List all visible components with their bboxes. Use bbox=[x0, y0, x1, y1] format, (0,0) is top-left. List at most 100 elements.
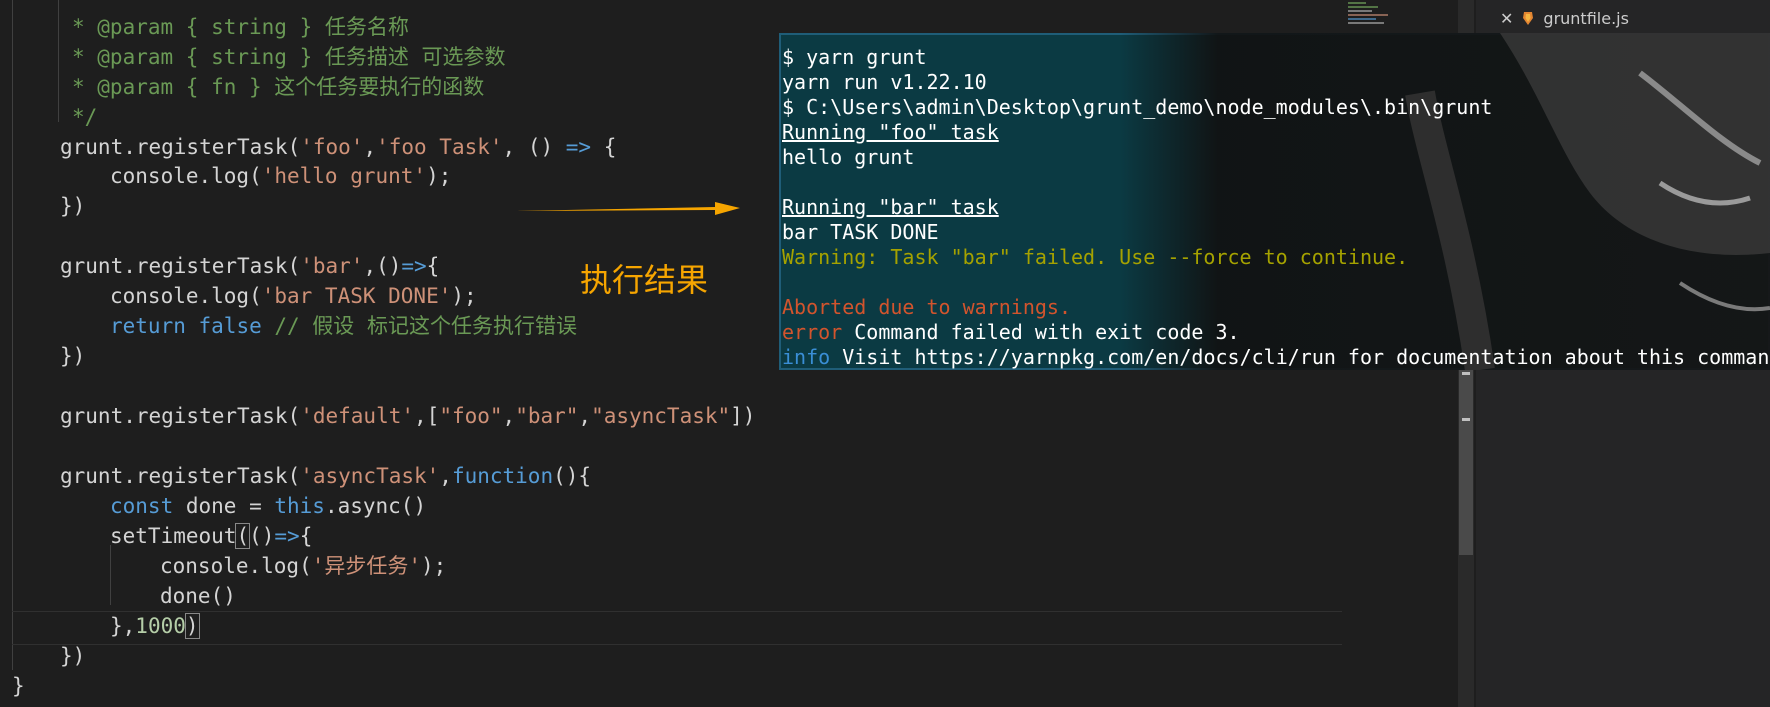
code-token: ]) bbox=[730, 404, 756, 428]
code-token: , bbox=[502, 404, 516, 428]
code-token: ( bbox=[235, 523, 251, 549]
code-token: 'bar TASK DONE' bbox=[261, 284, 452, 308]
code-line[interactable]: * @param { string } 任务描述 可选参数 bbox=[72, 42, 506, 72]
current-line-highlight bbox=[12, 611, 1342, 645]
code-token: grunt.registerTask( bbox=[60, 135, 301, 159]
tab-gruntfile[interactable]: ✕ gruntfile.js bbox=[1476, 4, 1770, 32]
code-token: "bar" bbox=[515, 404, 579, 428]
terminal-line: Running "bar" task bbox=[782, 194, 999, 220]
terminal-text: yarn run v1.22.10 bbox=[782, 70, 987, 94]
code-token: 1000 bbox=[135, 614, 186, 638]
code-token: * @param { fn } bbox=[72, 75, 275, 99]
code-token: }) bbox=[60, 194, 86, 218]
code-token: (){ bbox=[553, 464, 592, 488]
scrollbar-marker bbox=[1462, 418, 1470, 421]
code-token: ); bbox=[451, 284, 477, 308]
code-token: .async() bbox=[324, 494, 427, 518]
code-token: */ bbox=[72, 105, 98, 129]
code-line[interactable]: },1000) bbox=[110, 611, 200, 641]
code-token: 'bar' bbox=[300, 254, 364, 278]
code-token: 任务名称 bbox=[324, 15, 409, 39]
code-token: "foo" bbox=[439, 404, 503, 428]
code-token: console.log( bbox=[110, 164, 262, 188]
code-line[interactable]: * @param { string } 任务名称 bbox=[72, 12, 409, 42]
terminal-text: Command failed with exit code 3. bbox=[842, 320, 1240, 344]
terminal-text: Running "bar" task bbox=[782, 195, 999, 219]
code-token: { bbox=[426, 254, 440, 278]
code-token: // 假设 标记这个任务执行错误 bbox=[261, 314, 577, 338]
code-token: => bbox=[565, 135, 592, 159]
code-token: , bbox=[578, 404, 592, 428]
code-token: return bbox=[110, 314, 199, 338]
code-line[interactable]: setTimeout(()=>{ bbox=[110, 521, 312, 551]
code-token: () bbox=[249, 524, 275, 548]
code-token: "asyncTask" bbox=[591, 404, 731, 428]
code-line[interactable]: console.log('bar TASK DONE'); bbox=[110, 281, 477, 311]
code-token: , bbox=[439, 464, 452, 488]
code-line[interactable]: grunt.registerTask('foo','foo Task', () … bbox=[60, 132, 616, 162]
code-token: => bbox=[274, 524, 300, 548]
code-token: } bbox=[12, 674, 25, 698]
terminal-line: info Visit https://yarnpkg.com/en/docs/c… bbox=[782, 344, 1770, 370]
code-line[interactable]: console.log('hello grunt'); bbox=[110, 161, 451, 191]
code-token: ,[ bbox=[414, 404, 440, 428]
terminal-text: Running "foo" task bbox=[782, 120, 999, 144]
code-token: ,() bbox=[363, 254, 402, 278]
code-token: { bbox=[591, 135, 617, 159]
code-line[interactable]: */ bbox=[72, 102, 97, 132]
code-token: 'asyncTask' bbox=[300, 464, 440, 488]
code-token: }, bbox=[110, 614, 136, 638]
code-token: * @param { string } bbox=[72, 15, 325, 39]
terminal-line: Running "foo" task bbox=[782, 119, 999, 145]
code-line[interactable]: } bbox=[12, 671, 25, 701]
code-token: ) bbox=[184, 613, 200, 639]
code-token: => bbox=[401, 254, 427, 278]
code-token: , bbox=[363, 135, 377, 159]
code-token: }) bbox=[60, 344, 86, 368]
code-line[interactable]: grunt.registerTask('default',["foo","bar… bbox=[60, 401, 755, 431]
code-token: ); bbox=[426, 164, 452, 188]
terminal-line: yarn run v1.22.10 bbox=[782, 69, 987, 95]
terminal-line: hello grunt bbox=[782, 144, 914, 170]
terminal-text: Visit https://yarnpkg.com/en/docs/cli/ru… bbox=[830, 345, 1770, 369]
code-line[interactable]: * @param { fn } 这个任务要执行的函数 bbox=[72, 72, 484, 102]
code-token: function bbox=[451, 464, 554, 488]
code-token: , () bbox=[502, 135, 566, 159]
close-icon[interactable]: ✕ bbox=[1500, 9, 1513, 28]
code-token: 'hello grunt' bbox=[261, 164, 427, 188]
code-line[interactable]: const done = this.async() bbox=[110, 491, 426, 521]
terminal-line: $ yarn grunt bbox=[782, 44, 927, 70]
code-line[interactable]: done() bbox=[160, 581, 236, 611]
minimap[interactable] bbox=[1346, 0, 1446, 30]
code-token: 'default' bbox=[300, 404, 415, 428]
code-token: grunt.registerTask( bbox=[60, 464, 301, 488]
code-token: console.log( bbox=[160, 554, 312, 578]
code-token: done() bbox=[160, 584, 236, 608]
code-line[interactable]: }) bbox=[60, 341, 85, 371]
code-token: }) bbox=[60, 644, 86, 668]
code-token: done = bbox=[185, 494, 275, 518]
code-token: grunt.registerTask( bbox=[60, 404, 301, 428]
annotation-label: 执行结果 bbox=[580, 261, 709, 299]
code-token: setTimeout bbox=[110, 524, 237, 548]
code-line[interactable]: grunt.registerTask('bar',()=>{ bbox=[60, 251, 439, 281]
code-line[interactable]: }) bbox=[60, 191, 85, 221]
code-token: 'foo' bbox=[300, 135, 364, 159]
code-line[interactable]: grunt.registerTask('asyncTask',function(… bbox=[60, 461, 591, 491]
terminal-text: Warning: Task "bar" failed. Use --force … bbox=[782, 245, 1409, 269]
code-token: 任务描述 可选参数 bbox=[324, 45, 506, 69]
grunt-file-icon bbox=[1521, 10, 1535, 26]
terminal-text: Aborted due to warnings. bbox=[782, 295, 1071, 319]
code-token: this bbox=[274, 494, 325, 518]
code-token: grunt.registerTask( bbox=[60, 254, 301, 278]
code-token: ); bbox=[421, 554, 447, 578]
terminal-prefix: info bbox=[782, 345, 831, 369]
code-line[interactable]: }) bbox=[60, 641, 85, 671]
terminal-line: bar TASK DONE bbox=[782, 219, 939, 245]
terminal-text: $ C:\Users\admin\Desktop\grunt_demo\node… bbox=[782, 95, 1493, 119]
code-line[interactable]: return false // 假设 标记这个任务执行错误 bbox=[110, 311, 577, 341]
terminal-text: hello grunt bbox=[782, 145, 915, 169]
code-token: 'foo Task' bbox=[376, 135, 503, 159]
terminal-line: error Command failed with exit code 3. bbox=[782, 319, 1240, 345]
code-line[interactable]: console.log('异步任务'); bbox=[160, 551, 446, 581]
